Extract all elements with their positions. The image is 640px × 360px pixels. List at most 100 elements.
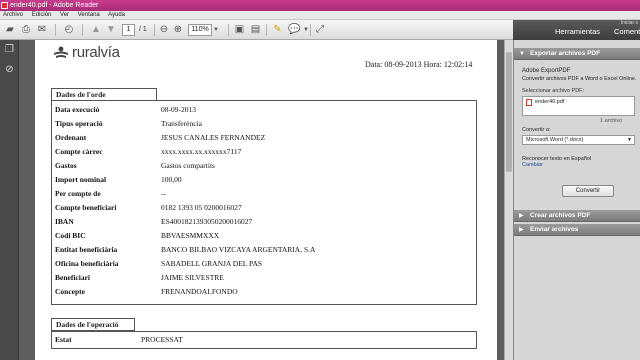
convert-format-select[interactable]: Microsoft Word (*.docx) ▼ [522,135,635,145]
detail-label: Gastos [55,161,77,170]
zoom-in-icon[interactable]: ⊕ [172,23,184,37]
estat-value: PROCESSAT [141,335,183,344]
detail-label: Beneficiari [55,273,90,282]
fit-width-icon[interactable]: ▤ [249,23,262,37]
detail-label: Import nominal [55,175,107,184]
detail-label: Data execució [55,105,100,114]
tab-herramientas[interactable]: Herramientas [555,26,600,38]
send-files-header-label: Enviar archivos [530,226,579,233]
detail-row: Tipus operació Transferència [55,117,455,131]
right-tabs: Iniciar s Herramientas Comentario [513,20,640,40]
open-folder-icon[interactable]: ▰ [3,23,17,37]
logo-text: ruralvía [72,44,120,61]
detail-row: Data execució 08-09-2013 [55,103,455,117]
detail-value: JESUS CANALES FERNANDEZ [161,133,266,142]
page-number-input[interactable]: 1 [122,24,135,36]
file-count: 1 archivo [600,118,623,124]
tab-comentario[interactable]: Comentario [614,26,640,38]
detail-value: BBVAESMMXXX [161,231,220,240]
email-icon[interactable]: ✉ [35,23,49,37]
navigation-pane: ❐ ⊘ [0,40,19,360]
menu-archivo[interactable]: Archivo [3,12,23,18]
comment-dropdown-icon[interactable]: ▼ [302,23,310,37]
toolbar-separator [228,24,229,36]
detail-label: Entitat beneficiària [55,245,118,254]
adobe-reader-window: ender40.pdf - Adobe Reader Archivo Edici… [0,0,640,360]
fit-page-icon[interactable]: ▣ [233,23,246,37]
detail-row: Compte càrrec xxxx.xxxx.xx.xxxxxx7117 [55,145,455,159]
detail-value: JAIME SILVESTRE [161,273,224,282]
detail-row: Gastos Gastos compartits [55,159,455,173]
detail-label: Oficina beneficiària [55,259,119,268]
detail-row: Import nominal 100,00 [55,173,455,187]
estat-label: Estat [55,335,72,344]
expand-icon[interactable]: ⤢ [314,23,326,37]
toolbar-separator [82,24,83,36]
estat-row: Estat PROCESSAT [55,333,455,347]
detail-row: Oficina beneficiària SABADELL GRANJA DEL … [55,257,455,271]
zoom-dropdown-icon[interactable]: ▼ [212,23,220,37]
pdf-page: ruralvía Data: 08-09-2013 Hora: 12:02:14… [35,40,497,360]
comment-bubble-icon[interactable]: 💬 [288,23,301,37]
document-area: ruralvía Data: 08-09-2013 Hora: 12:02:14… [19,40,504,360]
menu-bar: Archivo Edición Ver Ventana Ayuda [0,11,640,20]
export-description: Convertir archivos PDF a Word o Excel On… [522,76,637,82]
share-icon[interactable]: ◴ [62,23,76,37]
detail-label: Codi BIC [55,231,86,240]
sticky-note-icon[interactable]: ✎ [271,23,284,37]
convert-button[interactable]: Convertir [562,185,614,197]
selected-file-box[interactable]: ender40.pdf [522,96,635,116]
print-icon[interactable]: ⎙ [19,23,33,37]
convert-format-value: Microsoft Word (*.docx) [526,137,584,143]
document-date: Data: 08-09-2013 Hora: 12:02:14 [365,60,473,69]
menu-ver[interactable]: Ver [60,12,69,18]
change-language-link[interactable]: Cambiar [522,162,543,169]
detail-value: xxxx.xxxx.xx.xxxxxx7117 [161,147,242,156]
chevron-right-icon: ▶ [519,213,524,219]
detail-value: ES4001821393050200016027 [161,217,253,226]
detail-value: Transferència [161,119,202,128]
create-pdf-header[interactable]: ▶ Crear archivos PDF [514,210,640,222]
detail-row: IBAN ES4001821393050200016027 [55,215,455,229]
toolbar-separator [266,24,267,36]
detail-value: -- [161,189,166,198]
detail-row: Codi BIC BBVAESMMXXX [55,229,455,243]
page-total: / 1 [139,26,147,33]
detail-value: 100,00 [161,175,182,184]
export-title: Adobe ExportPDF [522,68,571,74]
detail-label: Compte beneficiari [55,203,117,212]
toolbar-separator [154,24,155,36]
page-thumbnails-icon[interactable]: ❐ [4,44,15,55]
chevron-down-icon: ▼ [519,51,525,57]
vertical-scrollbar[interactable] [504,40,513,360]
export-pdf-header[interactable]: ▼ Exportar archivos PDF [514,48,640,60]
menu-edicion[interactable]: Edición [32,12,52,18]
ruralvia-logo-icon [54,46,68,58]
title-bar: ender40.pdf - Adobe Reader [0,0,640,11]
detail-row: Compte beneficiari 0182 1393 05 020001602… [55,201,455,215]
detail-label: Tipus operació [55,119,103,128]
detail-row: Concepte FRENANDOALFONDO [55,285,455,299]
previous-page-icon[interactable]: ▲ [90,23,102,37]
menu-ventana[interactable]: Ventana [78,12,100,18]
detail-label: Ordenant [55,133,87,142]
detail-label: IBAN [55,217,74,226]
toolbar-separator [55,24,56,36]
tools-panel: ▼ Exportar archivos PDF Adobe ExportPDF … [513,40,640,360]
convert-to-label: Convertir a: [522,127,551,133]
send-files-header[interactable]: ▶ Enviar archivos [514,224,640,236]
attachments-icon[interactable]: ⊘ [4,64,15,75]
detail-value: SABADELL GRANJA DEL PAS [161,259,263,268]
create-pdf-header-label: Crear archivos PDF [530,212,591,219]
menu-ayuda[interactable]: Ayuda [108,12,125,18]
next-page-icon[interactable]: ▼ [105,23,117,37]
zoom-out-icon[interactable]: ⊖ [158,23,170,37]
detail-label: Compte càrrec [55,147,103,156]
chevron-right-icon: ▶ [519,227,524,233]
detail-value: Gastos compartits [161,161,215,170]
detail-row: Entitat beneficiària BANCO BILBAO VIZCAYA… [55,243,455,257]
detail-row: Per compte de -- [55,187,455,201]
detail-row: Ordenant JESUS CANALES FERNANDEZ [55,131,455,145]
scrollbar-thumb[interactable] [506,52,512,172]
zoom-level-select[interactable]: 110% [188,24,212,36]
